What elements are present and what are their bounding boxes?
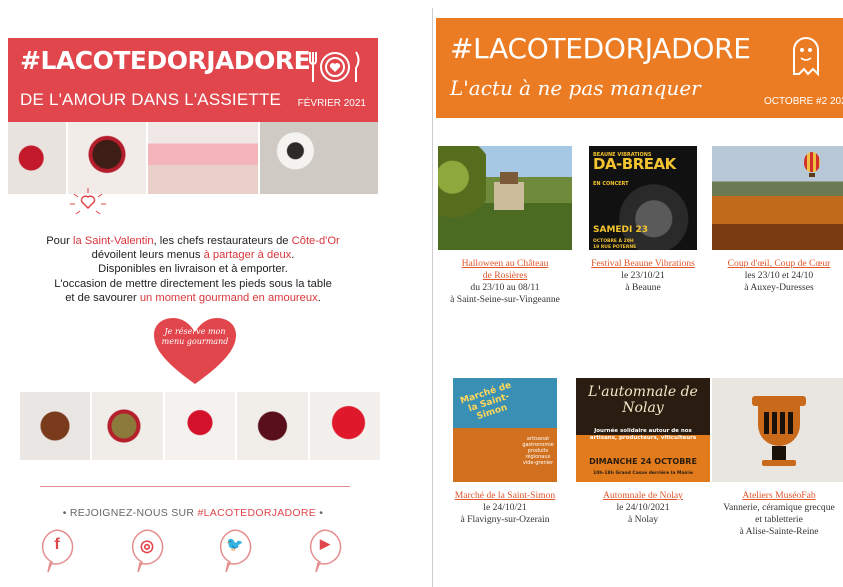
intro-text: . xyxy=(317,291,321,304)
event-title-link[interactable]: Halloween au Château xyxy=(462,258,549,269)
poster-where: 19 RUE POTERNE xyxy=(593,245,637,250)
event-card[interactable]: Coup d'œil, Coup de Cœur les 23/10 et 24… xyxy=(709,146,843,294)
twitter-icon: 🐦 xyxy=(226,536,244,552)
newsletter-header: #LACOTEDORJADORE L'actu à ne pas manquer… xyxy=(436,18,843,118)
event-dates: Vannerie, céramique grecque xyxy=(723,502,835,513)
poster-day: DIMANCHE 24 OCTOBRE xyxy=(589,457,697,466)
dish-photo xyxy=(8,122,68,194)
event-poster: Marché de la Saint-Simon artisanat gastr… xyxy=(453,378,557,482)
newsletter-title: #LACOTEDORJADORE xyxy=(450,32,751,65)
intro-text: Pour xyxy=(46,235,73,247)
event-title-link[interactable]: Ateliers MuséoFab xyxy=(742,490,815,501)
event-place: à Beaune xyxy=(625,282,661,293)
event-title-link[interactable]: Automnale de Nolay xyxy=(603,490,683,501)
event-poster: L'automnale de Nolay Journée solidaire a… xyxy=(576,378,710,482)
cutlery-plate-icon xyxy=(309,51,360,82)
join-us-banner: • REJOIGNEZ-NOUS SUR #LACOTEDORJADORE • xyxy=(8,507,378,519)
poster-side-text: artisanat gastronomie produits régionaux… xyxy=(522,436,554,466)
poster-main-text: L'automnale de Nolay xyxy=(588,384,698,416)
newsletter-valentine: #LACOTEDORJADORE DE L'AMOUR DANS L'ASSIE… xyxy=(8,38,381,587)
instagram-icon: ◎ xyxy=(140,538,154,555)
event-place: à Nolay xyxy=(627,514,659,525)
dish-photo xyxy=(92,392,165,460)
partager-link[interactable]: à partager à deux xyxy=(204,249,292,261)
reserve-button-label[interactable]: Je réserve mon menu gourmand xyxy=(158,327,232,347)
event-place: à Alise-Sainte-Reine xyxy=(739,526,819,537)
dish-photo xyxy=(68,122,148,194)
dishes-gallery-bottom xyxy=(20,392,381,460)
event-place: à Saint-Seine-sur-Vingeanne xyxy=(450,294,560,305)
event-dates: du 23/10 au 08/11 xyxy=(470,282,540,293)
intro-text: , les chefs restaurateurs de xyxy=(153,235,292,247)
intro-text: Disponibles en livraison et à emporter. xyxy=(98,263,288,276)
newsletter-agenda: #LACOTEDORJADORE L'actu à ne pas manquer… xyxy=(432,8,843,587)
intro-text: et de savourer xyxy=(65,291,140,304)
event-place: à Flavigny-sur-Ozerain xyxy=(460,514,550,525)
newsletter-date: OCTOBRE #2 2021 xyxy=(764,96,843,107)
intro-text: . xyxy=(291,249,295,262)
instagram-button[interactable]: ◎ xyxy=(128,528,166,574)
intro-text: dévoilent leurs menus xyxy=(91,249,204,262)
dish-photo xyxy=(309,392,381,460)
event-card[interactable]: BEAUNE VIBRATIONS DA-BREAK EN CONCERT SA… xyxy=(573,146,713,294)
newsletter-title: #LACOTEDORJADORE xyxy=(20,46,311,75)
cote-dor-link[interactable]: Côte-d'Or xyxy=(292,235,340,247)
intro-text: L'occasion de mettre directement les pie… xyxy=(54,277,332,290)
poster-main-text: DA-BREAK xyxy=(593,155,676,173)
twitter-button[interactable]: 🐦 xyxy=(216,528,254,574)
poster-when: 10h-18h Grand Casse derrière la Mairie xyxy=(593,471,693,476)
event-card[interactable]: Marché de la Saint-Simon artisanat gastr… xyxy=(435,378,575,526)
poster-main-text: Marché de la Saint-Simon xyxy=(459,380,513,423)
poster-sub-text: Journée solidaire autour de nos artisans… xyxy=(589,428,697,441)
dishes-gallery-top xyxy=(8,122,378,194)
newsletter-date: FÉVRIER 2021 xyxy=(297,98,366,109)
event-card[interactable]: L'automnale de Nolay Journée solidaire a… xyxy=(573,378,713,526)
hashtag-link[interactable]: #LACOTEDORJADORE xyxy=(198,507,317,519)
dish-photo xyxy=(237,392,310,460)
newsletter-subtitle: L'actu à ne pas manquer xyxy=(450,76,701,100)
event-card[interactable]: Halloween au Château de Rosières du 23/1… xyxy=(435,146,575,306)
facebook-icon: f xyxy=(54,536,60,553)
event-card[interactable]: Ateliers MuséoFab Vannerie, céramique gr… xyxy=(709,378,843,538)
newsletter-subtitle: DE L'AMOUR DANS L'ASSIETTE xyxy=(20,90,282,109)
event-title-link[interactable]: Marché de la Saint-Simon xyxy=(455,490,555,501)
heart-sparkle-icon xyxy=(70,188,106,215)
newsletter-header: #LACOTEDORJADORE DE L'AMOUR DANS L'ASSIE… xyxy=(8,38,378,122)
event-image xyxy=(712,378,843,482)
event-title-link[interactable]: Festival Beaune Vibrations xyxy=(591,258,695,269)
event-dates: le 23/10/21 xyxy=(621,270,665,281)
poster-sub-text: EN CONCERT xyxy=(593,181,629,187)
event-dates: le 24/10/21 xyxy=(483,502,527,513)
dish-photo xyxy=(164,392,238,460)
event-dates: le 24/10/2021 xyxy=(616,502,670,513)
join-text: • xyxy=(316,507,324,519)
intro-paragraph: Pour la Saint-Valentin, les chefs restau… xyxy=(14,234,372,305)
saint-valentin-link[interactable]: la Saint-Valentin xyxy=(73,235,154,247)
divider xyxy=(40,486,350,487)
poster-day: SAMEDI 23 xyxy=(593,225,649,235)
youtube-button[interactable]: ▶ xyxy=(306,528,344,574)
event-place: à Auxey-Duresses xyxy=(744,282,814,293)
event-title-link[interactable]: Coup d'œil, Coup de Cœur xyxy=(728,258,831,269)
facebook-button[interactable]: f xyxy=(38,528,76,574)
event-title-link[interactable]: de Rosières xyxy=(483,270,528,281)
event-place: et tabletterie xyxy=(755,514,803,525)
ghost-icon xyxy=(793,37,819,77)
join-text: • REJOIGNEZ-NOUS SUR xyxy=(62,507,198,519)
event-image xyxy=(712,146,843,250)
dish-photo xyxy=(20,392,93,460)
youtube-icon: ▶ xyxy=(320,536,330,551)
event-poster: BEAUNE VIBRATIONS DA-BREAK EN CONCERT SA… xyxy=(589,146,697,250)
moment-gourmand-link[interactable]: un moment gourmand en amoureux xyxy=(140,292,318,304)
event-dates: les 23/10 et 24/10 xyxy=(744,270,814,281)
event-image xyxy=(438,146,572,250)
dish-photo xyxy=(260,122,378,194)
dish-photo xyxy=(148,122,260,194)
